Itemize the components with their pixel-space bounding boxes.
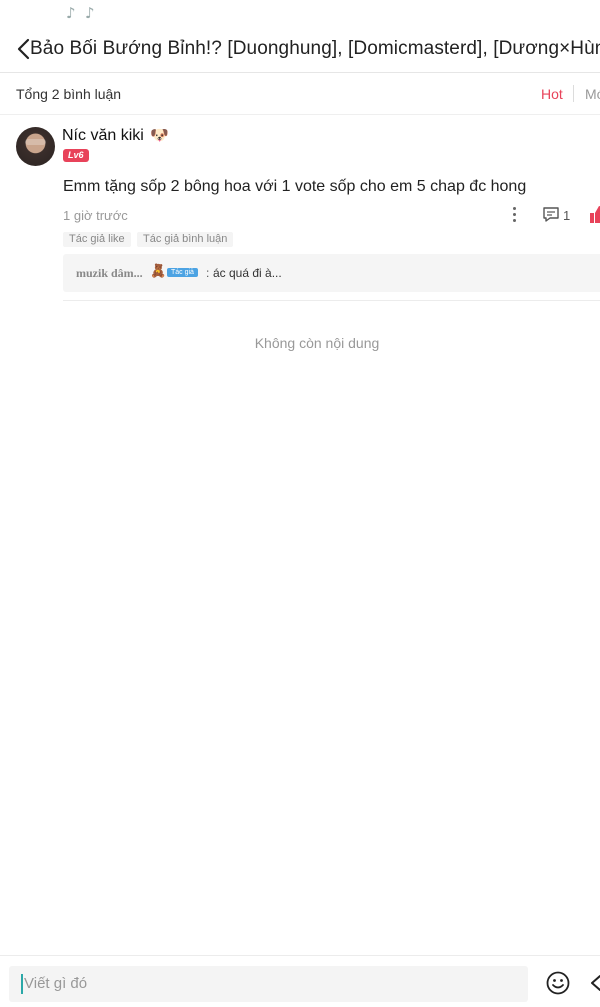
reply-icon[interactable] <box>542 206 560 223</box>
sort-divider <box>573 85 574 102</box>
emoji-icon[interactable] <box>546 971 570 995</box>
tiktok-icon: ♪ <box>85 4 95 22</box>
status-bar: ♪ ♪ <box>0 0 600 28</box>
tag-author-liked: Tác giả like <box>63 232 131 247</box>
comment-composer: Viết gì đó <box>0 955 600 1007</box>
comment-username[interactable]: Níc văn kiki 🐶 <box>62 126 169 145</box>
empty-state-text: Không còn nội dung <box>254 335 380 351</box>
comment-time: 1 giờ trước <box>63 208 128 223</box>
dog-emoji: 🐶 <box>150 126 169 144</box>
page-title: Bảo Bối Bướng Bỉnh!? [Duonghung], [Domic… <box>30 38 600 59</box>
avatar[interactable] <box>16 127 55 166</box>
reply-preview[interactable]: muzik dâm... 🧸 Tác giả : ác quá đi à... <box>63 254 600 292</box>
reply-username: muzik dâm... <box>76 266 143 280</box>
tag-author-commented: Tác giả bình luận <box>137 232 234 247</box>
comments-bar: Tổng 2 bình luận Hot Mới <box>0 72 600 115</box>
level-badge: Lv6 <box>63 149 89 162</box>
like-icon[interactable] <box>588 205 600 224</box>
reply-text: ác quá đi à... <box>213 266 282 280</box>
comment-text: Emm tặng sốp 2 bông hoa với 1 vote sốp c… <box>63 178 527 195</box>
comment-input[interactable]: Viết gì đó <box>9 966 528 1002</box>
teddy-bear-emoji: 🧸 <box>150 264 167 279</box>
send-icon[interactable] <box>588 972 600 994</box>
tiktok-icon: ♪ <box>66 4 76 22</box>
comment-count: Tổng 2 bình luận <box>16 86 122 102</box>
reply-separator: : <box>206 266 210 280</box>
sort-hot-tab[interactable]: Hot <box>541 86 563 102</box>
comment-divider <box>63 300 600 301</box>
sort-new-tab[interactable]: Mới <box>585 86 600 102</box>
username-text: Níc văn kiki <box>62 127 144 144</box>
more-options-icon[interactable] <box>505 204 523 226</box>
header: Bảo Bối Bướng Bỉnh!? [Duonghung], [Domic… <box>0 28 600 73</box>
text-caret <box>21 974 23 994</box>
input-placeholder: Viết gì đó <box>24 975 88 992</box>
author-badge: Tác giả <box>167 268 198 277</box>
reply-count: 1 <box>563 208 571 223</box>
